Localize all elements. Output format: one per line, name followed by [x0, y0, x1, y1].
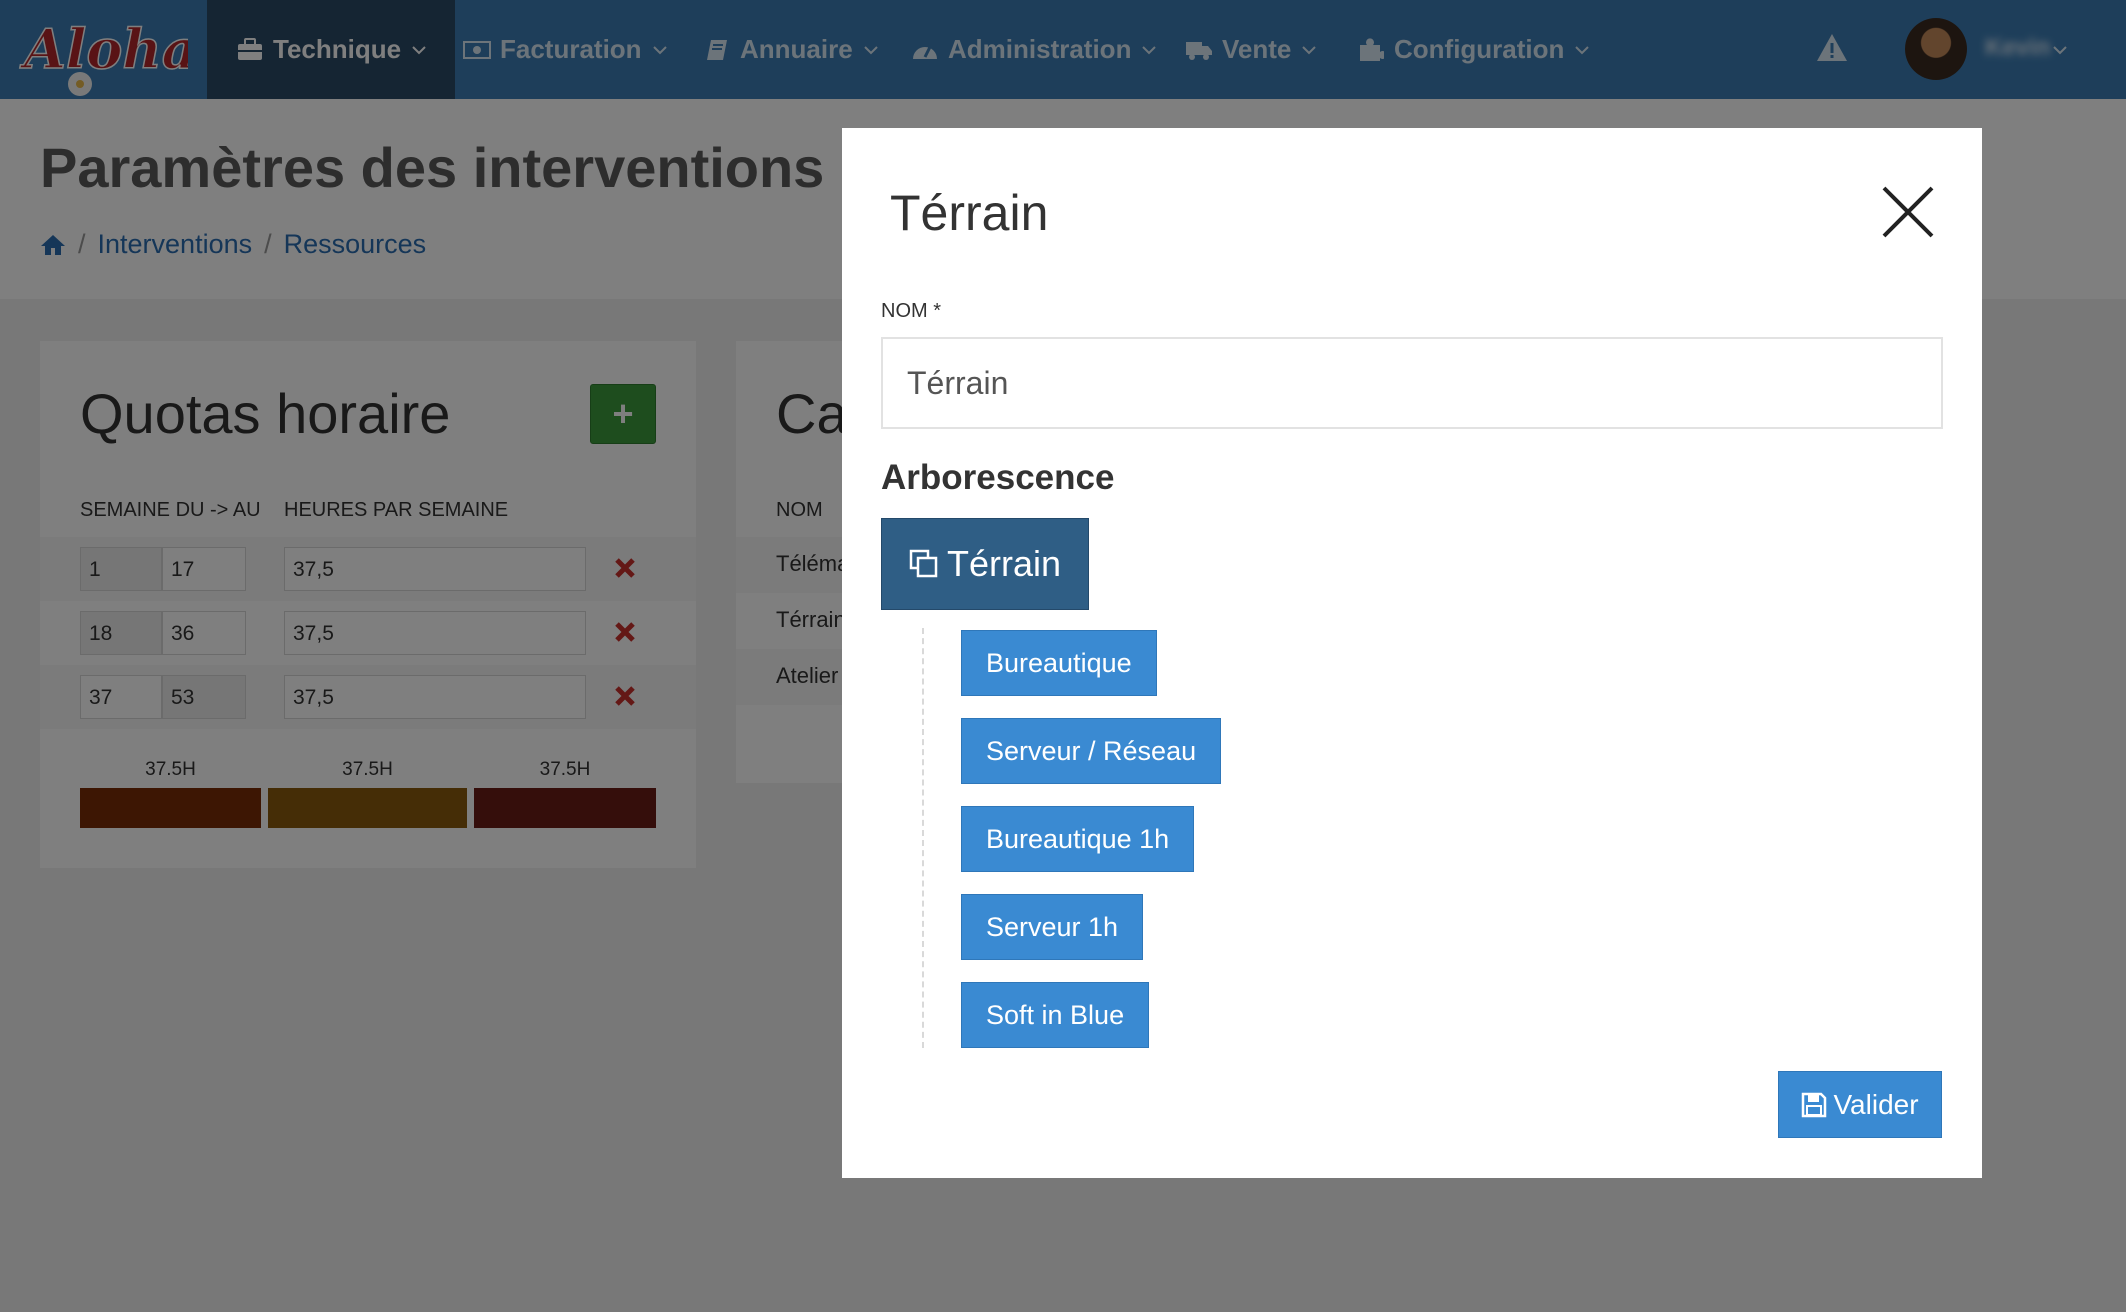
- tree-child-button[interactable]: Serveur 1h: [961, 894, 1144, 960]
- close-icon[interactable]: [1880, 184, 1936, 240]
- save-button[interactable]: Valider: [1778, 1071, 1942, 1138]
- category-modal: Térrain NOM * Arborescence Térrain Burea…: [842, 128, 1982, 1178]
- name-field[interactable]: [881, 337, 1943, 429]
- tree-child-button[interactable]: Bureautique: [961, 630, 1157, 696]
- modal-title: Térrain: [890, 185, 1049, 241]
- tree-child-button[interactable]: Serveur / Réseau: [961, 718, 1222, 784]
- tree-child-button[interactable]: Bureautique 1h: [961, 806, 1195, 872]
- tree-title: Arborescence: [881, 458, 1115, 497]
- floppy-disk-icon: [1802, 1092, 1827, 1117]
- tree-child-button[interactable]: Soft in Blue: [961, 982, 1150, 1048]
- tree-connector: [922, 628, 924, 1048]
- save-label: Valider: [1833, 1088, 1919, 1120]
- tree-root-label: Térrain: [946, 543, 1062, 584]
- copy-icon: [909, 549, 938, 578]
- tree-root-button[interactable]: Térrain: [881, 518, 1089, 610]
- name-field-label: NOM *: [881, 300, 941, 322]
